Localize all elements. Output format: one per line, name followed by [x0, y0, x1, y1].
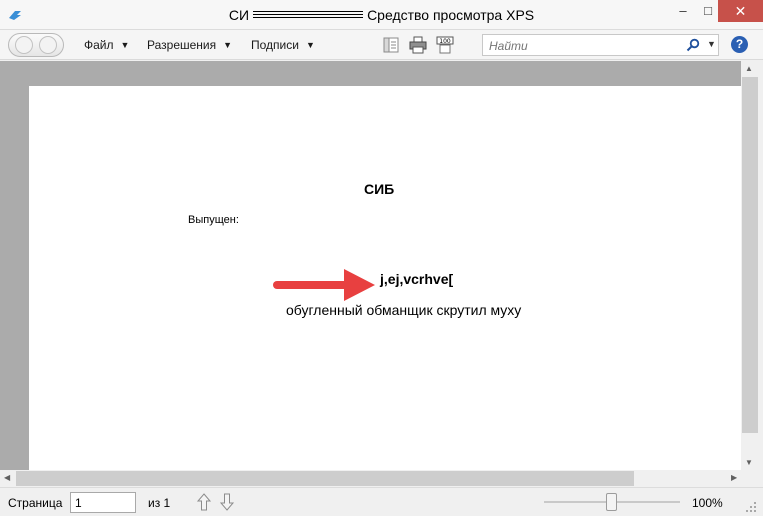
menu-signatures-label: Подписи: [251, 38, 299, 52]
vertical-scroll-thumb[interactable]: [742, 77, 758, 433]
vertical-scrollbar[interactable]: ▲ ▼: [741, 61, 759, 470]
scroll-down-arrow-icon[interactable]: ▼: [745, 458, 753, 467]
back-button[interactable]: [15, 36, 33, 54]
help-icon[interactable]: ?: [731, 36, 748, 53]
search-icon[interactable]: [686, 38, 700, 52]
window-title-right: Средство просмотра XPS: [367, 7, 535, 23]
title-strike-mark: [253, 10, 364, 18]
chevron-down-icon: ▼: [305, 40, 315, 50]
scroll-up-arrow-icon[interactable]: ▲: [745, 64, 753, 73]
resize-grip-icon[interactable]: [744, 500, 758, 514]
title-bar: СИ Средство просмотра XPS – □ ✕: [0, 0, 763, 30]
scroll-right-arrow-icon[interactable]: ▶: [731, 473, 737, 482]
page-label: Страница: [8, 496, 63, 510]
status-bar: Страница из 1 100%: [0, 487, 763, 516]
search-input[interactable]: [489, 38, 679, 53]
back-forward-buttons: [8, 33, 64, 57]
search-box[interactable]: ▼: [482, 34, 719, 56]
document-viewer[interactable]: СИБ Выпущен: j,ej,vcrhve[ обугленный обм…: [0, 61, 741, 470]
search-options-chevron-icon[interactable]: ▼: [707, 39, 716, 49]
minimize-button[interactable]: –: [668, 0, 698, 22]
menu-file[interactable]: Файл ▼: [84, 38, 129, 52]
red-arrow-annotation: [273, 269, 375, 301]
zoom-slider-thumb[interactable]: [606, 493, 617, 511]
page-count-label: из 1: [148, 496, 171, 510]
issued-label: Выпущен:: [188, 214, 239, 226]
page-number-input[interactable]: [70, 492, 136, 513]
menu-signatures[interactable]: Подписи ▼: [251, 38, 315, 52]
menu-permissions-label: Разрешения: [147, 38, 217, 52]
toolbar: Файл ▼ Разрешения ▼ Подписи ▼ 100 ▼ ?: [0, 30, 763, 60]
chevron-down-icon: ▼: [120, 40, 130, 50]
print-icon[interactable]: [409, 36, 427, 54]
menu-permissions[interactable]: Разрешения ▼: [147, 38, 232, 52]
document-title: СИБ: [364, 181, 395, 197]
horizontal-scrollbar[interactable]: ◀ ▶: [0, 470, 741, 487]
horizontal-scroll-thumb[interactable]: [16, 471, 634, 486]
menu-file-label: Файл: [84, 38, 114, 52]
outline-icon[interactable]: [382, 36, 400, 54]
window-title-left: СИ: [228, 7, 250, 23]
forward-button[interactable]: [39, 36, 57, 54]
previous-page-arrow-icon[interactable]: [196, 492, 212, 512]
zoom-level: 100%: [692, 496, 723, 510]
next-page-arrow-icon[interactable]: [219, 492, 235, 512]
chevron-down-icon: ▼: [223, 40, 233, 50]
document-phrase: обугленный обманщик скрутил муху: [286, 302, 522, 318]
svg-text:100: 100: [439, 38, 451, 45]
window-title: СИ Средство просмотра XPS: [0, 7, 763, 23]
document-page: СИБ Выпущен: j,ej,vcrhve[ обугленный обм…: [29, 86, 741, 470]
scroll-left-arrow-icon[interactable]: ◀: [4, 473, 10, 482]
document-code-text: j,ej,vcrhve[: [380, 271, 454, 287]
maximize-button[interactable]: □: [698, 0, 718, 22]
scrollbar-corner: [741, 470, 763, 487]
zoom-100-icon[interactable]: 100: [436, 36, 454, 54]
close-button[interactable]: ✕: [718, 0, 763, 22]
